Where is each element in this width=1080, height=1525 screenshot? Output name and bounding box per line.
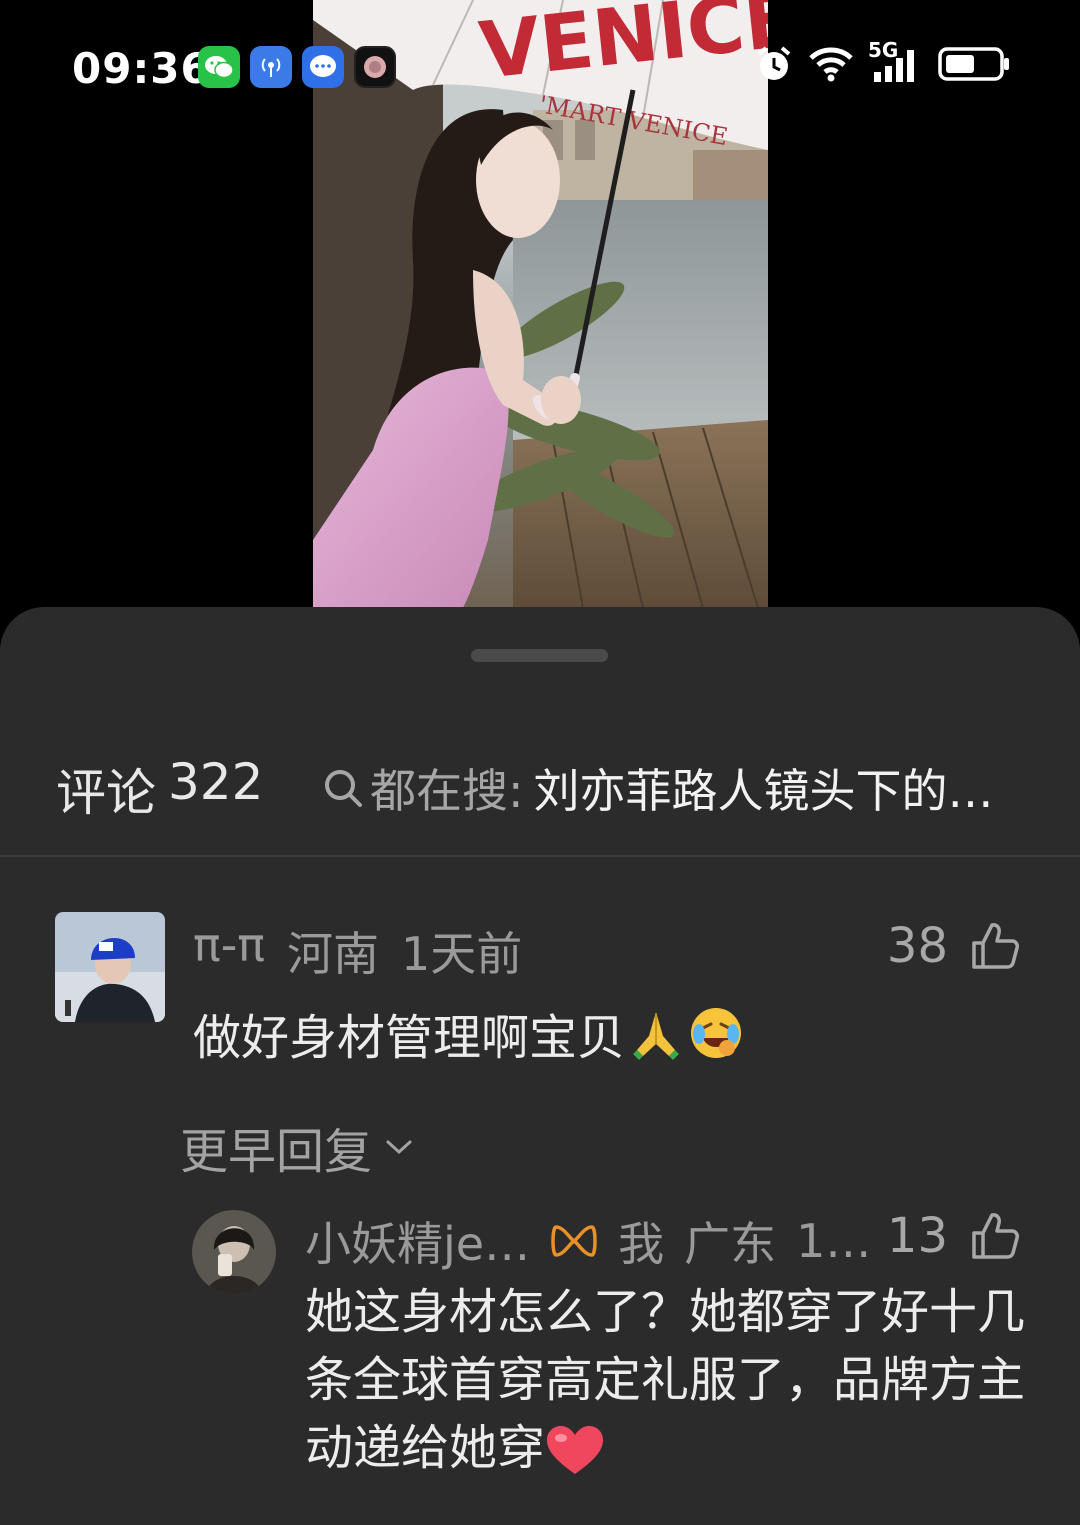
earlier-replies-button[interactable]: 更早回复 — [180, 1112, 414, 1182]
wifi-icon — [809, 47, 853, 82]
thumbs-up-icon — [972, 1213, 1019, 1259]
comments-sheet: 评论 322 都在搜: 刘亦菲路人镜头下的… π-π 河南 1天前 38 做好身… — [0, 607, 1080, 1525]
comment-count-value: 322 — [168, 753, 264, 811]
crying-laughing-emoji-icon — [691, 1008, 742, 1058]
header-divider — [0, 855, 1080, 857]
earlier-replies-label: 更早回复 — [180, 1124, 373, 1180]
search-icon — [325, 770, 362, 807]
screen: 09:36 5G VENICE 'MART VENICE 评论 322 都在搜:… — [0, 0, 1080, 1525]
reply-time: 1… — [796, 1214, 872, 1268]
battery-icon — [938, 47, 1009, 81]
trending-search[interactable]: 都在搜: 刘亦菲路人镜头下的… — [322, 755, 994, 821]
infinity-badge-icon — [551, 1225, 597, 1257]
like-count: 38 — [886, 918, 948, 974]
praying-hands-icon — [633, 1012, 680, 1060]
camera-app-icon — [354, 46, 396, 88]
reply-text: 她这身材怎么了？她都穿了好十几条全球首穿高定礼服了，品牌方主动递给她穿 — [305, 1278, 1035, 1482]
reply-like-count: 13 — [886, 1208, 948, 1264]
heart-icon — [547, 1426, 604, 1474]
alarm-icon — [757, 46, 791, 80]
like-button[interactable]: 38 — [887, 918, 1020, 974]
clock: 09:36 — [72, 44, 211, 93]
comment-meta: π-π 河南 1天前 — [193, 918, 522, 984]
reply-avatar[interactable] — [192, 1210, 276, 1294]
reply-self-label: 我 — [618, 1217, 665, 1271]
reply-username[interactable]: 小妖精je… — [305, 1208, 530, 1274]
signal-app-icon — [250, 46, 292, 88]
notification-icons — [198, 46, 396, 88]
system-icons: 5G — [754, 38, 1012, 84]
cellular-signal-icon: 5G — [868, 38, 924, 84]
chevron-down-icon — [386, 1140, 412, 1155]
message-icon — [302, 46, 344, 88]
search-label: 都在搜: — [370, 764, 524, 818]
comment-location: 河南 — [287, 927, 379, 981]
drag-handle[interactable] — [471, 649, 608, 662]
status-bar: 09:36 5G — [0, 0, 1080, 130]
comment-title-label: 评论 — [56, 764, 156, 822]
search-query[interactable]: 刘亦菲路人镜头下的… — [534, 755, 994, 821]
comment-count: 评论 322 — [56, 753, 263, 825]
wechat-icon — [198, 46, 240, 88]
comment-username[interactable]: π-π — [193, 918, 265, 984]
comments-header: 评论 322 都在搜: 刘亦菲路人镜头下的… — [0, 717, 1080, 857]
comment-body: 做好身材管理啊宝贝 — [193, 1010, 626, 1066]
reply-meta: 小妖精je… 我 广东 1… — [305, 1208, 871, 1274]
comment-time: 1天前 — [401, 927, 523, 981]
reply-body: 她这身材怎么了？她都穿了好十几条全球首穿高定礼服了，品牌方主动递给她穿 — [305, 1284, 1026, 1476]
reply-like-button[interactable]: 13 — [887, 1208, 1020, 1264]
thumbs-up-icon — [972, 923, 1019, 969]
comment-text: 做好身材管理啊宝贝 — [193, 998, 745, 1068]
avatar[interactable] — [55, 912, 165, 1022]
reply-location: 广东 — [684, 1217, 777, 1271]
